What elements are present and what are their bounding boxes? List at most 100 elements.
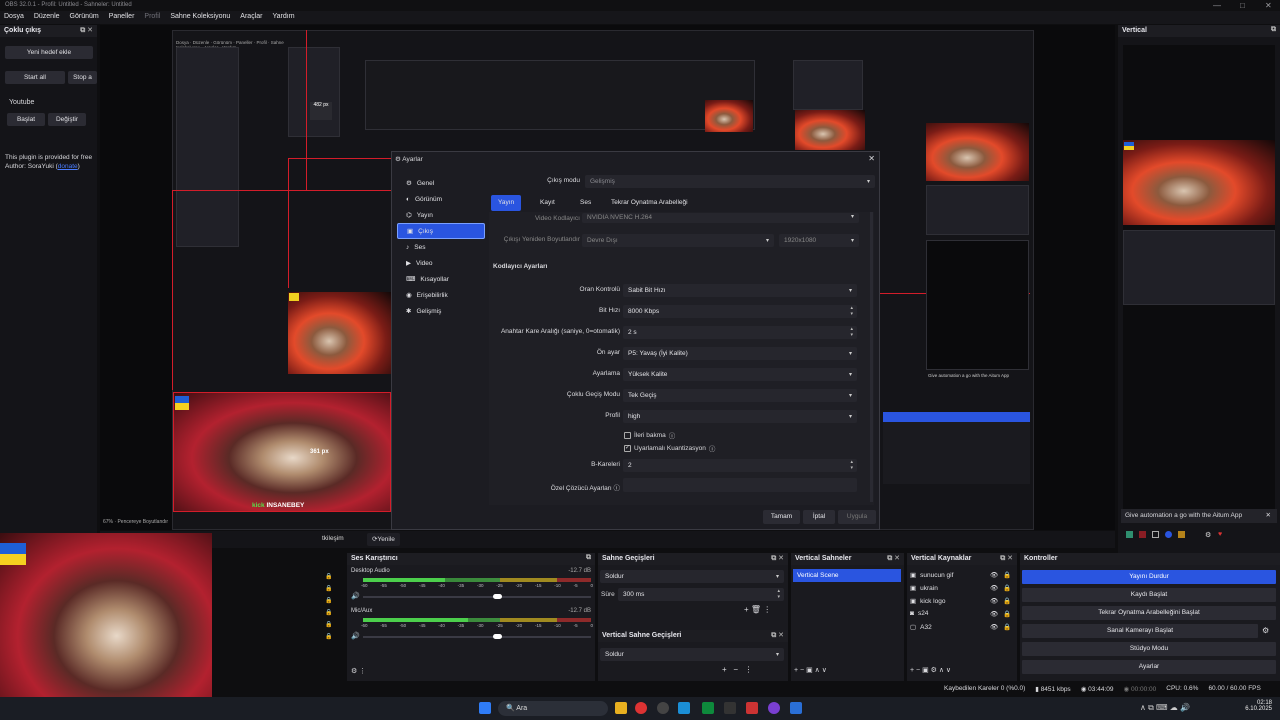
nav-video[interactable]: ▶ Video: [397, 255, 485, 271]
bframes-input[interactable]: 2 ▴ ▾: [623, 459, 857, 472]
preset-select[interactable]: P5: Yavaş (İyi Kalite) ▾: [623, 347, 857, 360]
bitrate-input[interactable]: 8000 Kbps ▴ ▾: [623, 305, 857, 318]
close-icon[interactable]: ✕: [868, 154, 875, 163]
stream-icon[interactable]: [1126, 531, 1133, 538]
output-mode-select[interactable]: Gelişmiş ▾: [585, 175, 875, 188]
video-encoder-select[interactable]: NVIDIA NVENC H.264 ▾: [582, 213, 859, 223]
cancel-button[interactable]: İptal: [803, 510, 835, 524]
record-icon[interactable]: [1139, 531, 1146, 538]
rescale-select[interactable]: Devre Dışı ▾: [582, 234, 774, 247]
scene-toolbar[interactable]: + − ▣ ∧ ∨: [794, 666, 827, 674]
tray-icons[interactable]: ∧ ⧉ ⌨ ☁ 🔊: [1140, 703, 1190, 713]
volume-knob[interactable]: [493, 594, 502, 599]
minimize-icon[interactable]: —: [1213, 1, 1221, 10]
source-item[interactable]: ▣ sunucun gif 👁 🔒: [910, 571, 1011, 580]
eye-icon[interactable]: 👁: [990, 571, 998, 579]
app-icon[interactable]: [790, 702, 802, 714]
nav-accessibility[interactable]: ◉ Erişebilirlik: [397, 287, 485, 303]
dock-close-icon[interactable]: ⧉ ✕: [1000, 554, 1013, 563]
volume-icon[interactable]: 🔊: [351, 592, 360, 600]
start-virtual-camera-button[interactable]: Sanal Kamerayı Başlat: [1022, 624, 1258, 638]
xbox-icon[interactable]: [702, 702, 714, 714]
tab-audio[interactable]: Ses: [573, 195, 598, 211]
source-item[interactable]: ▣ ukrain 👁 🔒: [910, 584, 1011, 593]
menu-item-file[interactable]: Dosya: [4, 13, 24, 22]
volume-knob[interactable]: [493, 634, 502, 639]
source-toolbar[interactable]: + − ▣ ⚙ ∧ ∨: [910, 666, 951, 674]
rate-control-select[interactable]: Sabit Bit Hızı ▾: [623, 284, 857, 297]
virtualcam-icon[interactable]: [1152, 531, 1159, 538]
checkbox-icon[interactable]: [624, 431, 631, 439]
chrome-icon[interactable]: [635, 702, 647, 714]
nav-appearance[interactable]: ◐ Görünüm: [397, 191, 485, 207]
transition-select[interactable]: Soldur ▾: [600, 570, 784, 583]
close-icon[interactable]: ✕: [1266, 511, 1271, 519]
source-item[interactable]: ▢ A32 👁 🔒: [910, 623, 1011, 632]
spinner-icon[interactable]: ▴ ▾: [777, 588, 780, 600]
eye-icon[interactable]: 👁: [990, 623, 998, 631]
gear-icon[interactable]: ⚙: [1205, 531, 1212, 539]
obs-icon[interactable]: [657, 702, 669, 714]
menu-item-scene-collection[interactable]: Sahne Koleksiyonu: [170, 13, 230, 22]
source-item[interactable]: ◙ s24 👁 🔒: [910, 610, 1011, 618]
lock-icon[interactable]: 🔒: [1003, 571, 1011, 579]
steam-icon[interactable]: [678, 702, 690, 714]
menu-item-view[interactable]: Görünüm: [70, 13, 99, 22]
lock-icon[interactable]: 🔒: [1003, 584, 1011, 592]
donate-link[interactable]: donate: [58, 163, 78, 170]
checkbox-checked-icon[interactable]: ✓: [624, 444, 631, 452]
lock-icon[interactable]: 🔒: [1003, 610, 1011, 618]
nav-advanced[interactable]: ✱ Gelişmiş: [397, 303, 485, 319]
tuning-select[interactable]: Yüksek Kalite ▾: [623, 368, 857, 381]
lookahead-checkbox[interactable]: İleri bakma ⓘ: [624, 430, 675, 440]
app-icon[interactable]: [746, 702, 758, 714]
scene-item[interactable]: Vertical Scene: [793, 569, 901, 582]
eye-icon[interactable]: 👁: [990, 597, 998, 605]
stop-all-button[interactable]: Stop a: [68, 71, 97, 84]
settings-button[interactable]: Ayarlar: [1022, 660, 1276, 674]
multipass-select[interactable]: Tek Geçiş ▾: [623, 389, 857, 402]
tab-recording[interactable]: Kayıt: [533, 195, 562, 211]
spinner-icon[interactable]: ▴ ▾: [850, 305, 853, 317]
app-icon[interactable]: [724, 702, 736, 714]
maximize-icon[interactable]: □: [1240, 1, 1245, 10]
source-item[interactable]: ▣ kick logo 👁 🔒: [910, 597, 1011, 606]
webcam-preview-large[interactable]: [173, 392, 391, 512]
vertical-transition-select[interactable]: Soldur ▾: [600, 648, 784, 661]
replay-icon[interactable]: [1165, 531, 1172, 538]
scrollbar[interactable]: [870, 212, 873, 502]
start-recording-button[interactable]: Kaydı Başlat: [1022, 588, 1276, 602]
stop-stream-button[interactable]: Yayını Durdur: [1022, 570, 1276, 584]
add-transition-icon[interactable]: + 🗑 ⋮: [744, 605, 771, 614]
screenshot-icon[interactable]: [1178, 531, 1185, 538]
spinner-icon[interactable]: ▴ ▾: [850, 459, 853, 471]
partial-tab[interactable]: tkileşim: [322, 535, 344, 542]
rescale-resolution[interactable]: 1920x1080 ▾: [779, 234, 859, 247]
start-icon[interactable]: [479, 702, 491, 714]
gear-icon[interactable]: ⚙: [1262, 626, 1269, 635]
duration-input[interactable]: 300 ms ▴ ▾: [618, 588, 784, 601]
profile-select[interactable]: high ▾: [623, 410, 857, 423]
add-transition-icon[interactable]: + − ⋮: [722, 665, 753, 674]
apply-button[interactable]: Uygula: [838, 510, 876, 524]
aq-checkbox[interactable]: ✓ Uyarlamalı Kuantizasyon ⓘ: [624, 443, 715, 453]
eye-icon[interactable]: 👁: [990, 584, 998, 592]
eye-icon[interactable]: 👁: [990, 610, 998, 618]
dock-float-icon[interactable]: ⧉: [1271, 26, 1276, 34]
start-all-button[interactable]: Start all: [5, 71, 65, 84]
ok-button[interactable]: Tamam: [763, 510, 800, 524]
menu-item-help[interactable]: Yardım: [272, 13, 294, 22]
dock-close-icon[interactable]: ⧉ ✕: [771, 631, 784, 640]
volume-slider[interactable]: [363, 596, 591, 598]
studio-mode-button[interactable]: Stüdyo Modu: [1022, 642, 1276, 656]
clock[interactable]: 02:18 6.10.2025: [1240, 700, 1272, 712]
mixer-gear-icon[interactable]: ⚙ ⋮: [351, 667, 366, 675]
menu-item-profile[interactable]: Profil: [144, 13, 160, 22]
start-replay-buffer-button[interactable]: Tekrar Oynatma Arabelleğini Başlat: [1022, 606, 1276, 620]
lock-icon[interactable]: 🔒: [1003, 597, 1011, 605]
volume-slider[interactable]: [363, 636, 591, 638]
nav-hotkeys[interactable]: ⌨ Kısayollar: [397, 271, 485, 287]
search-box[interactable]: 🔍 Ara: [498, 701, 608, 716]
tab-stream[interactable]: Yayın: [491, 195, 522, 211]
dock-close-icon[interactable]: ⧉ ✕: [80, 26, 93, 35]
